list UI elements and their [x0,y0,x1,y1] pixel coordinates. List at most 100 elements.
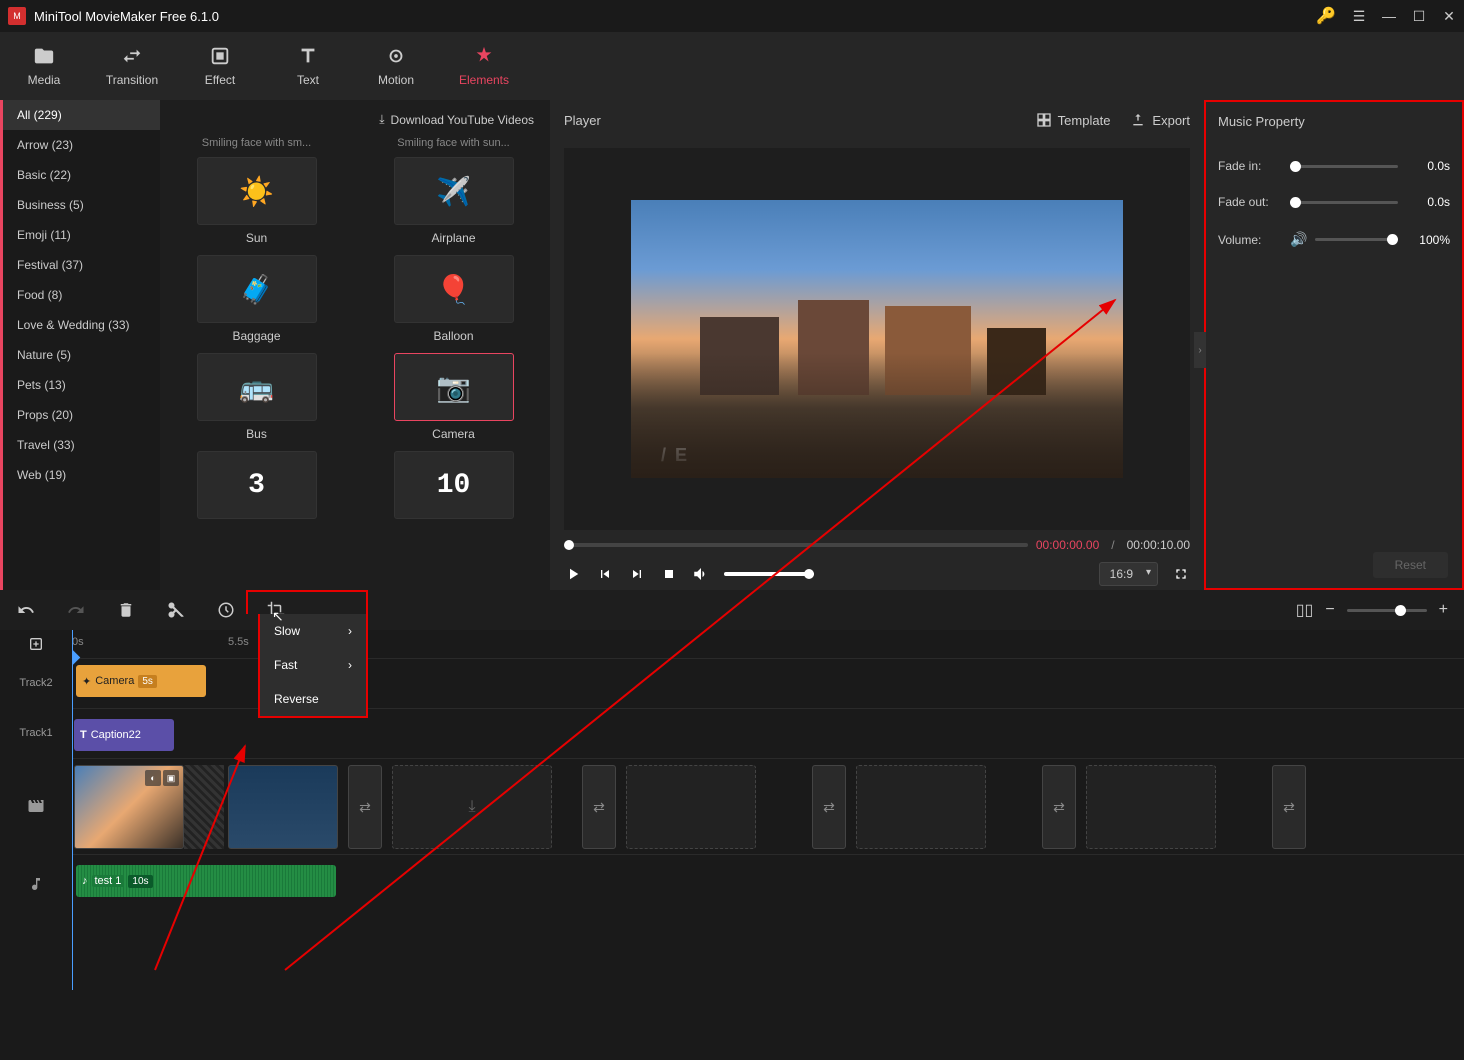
fade-out-slider[interactable] [1290,201,1398,204]
element-item[interactable]: 3 [170,451,343,519]
category-basic[interactable]: Basic (22) [3,160,160,190]
fit-icon[interactable]: ▯▯ [1296,600,1314,620]
fullscreen-button[interactable] [1172,565,1190,583]
category-arrow[interactable]: Arrow (23) [3,130,160,160]
fade-in-slider[interactable] [1290,165,1398,168]
element-thumb[interactable]: 📷 [394,353,514,421]
element-item[interactable]: 10 [367,451,540,519]
video-preview[interactable]: / E [631,200,1123,478]
text-icon [297,45,319,67]
camera-clip[interactable]: ✦ Camera 5s [76,665,206,697]
minimize-button[interactable]: — [1382,9,1396,23]
audio-clip[interactable]: ♪ test 1 10s [76,865,336,897]
video-clip-2[interactable] [228,765,338,849]
tab-transition[interactable]: Transition [88,40,176,92]
caption-clip[interactable]: T Caption22 [74,719,174,751]
placeholder-slot[interactable] [1086,765,1216,849]
element-item[interactable]: ✈️Airplane [367,157,540,245]
element-thumb[interactable]: 10 [394,451,514,519]
time-separator: / [1111,538,1114,552]
top-toolbar: Media Transition Effect Text Motion Elem… [0,32,1464,100]
element-thumb[interactable]: 🎈 [394,255,514,323]
volume-icon[interactable] [692,565,710,583]
transition-slot-1[interactable]: ⇄ [348,765,382,849]
collapse-panel-button[interactable]: › [1194,332,1206,368]
tab-media[interactable]: Media [0,40,88,92]
category-food[interactable]: Food (8) [3,280,160,310]
speaker-icon[interactable]: 🔊 [1290,231,1307,248]
aspect-ratio-select[interactable]: 16:9 [1099,562,1158,586]
motion-icon [385,45,407,67]
element-label: Bus [246,427,267,441]
element-item[interactable]: 📷Camera [367,353,540,441]
add-track-button[interactable] [0,630,72,658]
transition-slot-3[interactable]: ⇄ [812,765,846,849]
key-icon[interactable]: 🔑 [1316,6,1336,26]
next-frame-button[interactable] [628,565,646,583]
element-item[interactable]: 🚌 Bus [170,353,343,441]
undo-button[interactable] [16,600,36,620]
zoom-out-button[interactable]: − [1325,601,1334,619]
redo-button[interactable] [66,600,86,620]
audio-track[interactable]: ♪ test 1 10s [72,854,1464,914]
category-nature[interactable]: Nature (5) [3,340,160,370]
placeholder-slot[interactable] [626,765,756,849]
speed-button[interactable] [216,600,236,620]
transition-slot-4[interactable]: ⇄ [1042,765,1076,849]
category-props[interactable]: Props (20) [3,400,160,430]
category-web[interactable]: Web (19) [3,460,160,490]
speed-fast[interactable]: Fast› [260,648,366,682]
tab-effect[interactable]: Effect [176,40,264,92]
placeholder-slot[interactable]: ⤓ [392,765,552,849]
element-item[interactable]: ☀️Sun [170,157,343,245]
element-thumb[interactable]: 3 [197,451,317,519]
element-item[interactable]: 🎈Balloon [367,255,540,343]
maximize-button[interactable]: ☐ [1412,9,1426,23]
grid-top-label: Smiling face with sm... [170,137,343,149]
reset-button[interactable]: Reset [1373,552,1448,578]
volume-prop-slider[interactable] [1315,238,1398,241]
category-all[interactable]: All (229) [3,100,160,130]
play-button[interactable] [564,565,582,583]
split-button[interactable] [166,600,186,620]
text-icon: T [80,729,87,741]
volume-label: Volume: [1218,233,1282,247]
speed-reverse[interactable]: Reverse [260,682,366,716]
tab-motion[interactable]: Motion [352,40,440,92]
transition-slot-5[interactable]: ⇄ [1272,765,1306,849]
category-pets[interactable]: Pets (13) [3,370,160,400]
video-clip-1[interactable]: ◐▣ [74,765,184,849]
category-business[interactable]: Business (5) [3,190,160,220]
download-youtube-link[interactable]: Download YouTube Videos [391,113,534,127]
seek-slider[interactable] [564,543,1028,547]
element-thumb[interactable]: 🚌 [197,353,317,421]
speed-highlight-box [246,590,368,614]
timeline-toolbar: ▯▯ − + [0,590,1464,630]
volume-slider[interactable] [724,572,814,576]
category-emoji[interactable]: Emoji (11) [3,220,160,250]
element-thumb[interactable]: ☀️ [197,157,317,225]
elements-icon [473,45,495,67]
element-thumb[interactable]: ✈️ [394,157,514,225]
placeholder-slot[interactable] [856,765,986,849]
video-track[interactable]: ◐▣ ⇄ ⤓ ⇄ ⇄ ⇄ ⇄ [72,758,1464,854]
tab-text[interactable]: Text [264,40,352,92]
category-festival[interactable]: Festival (37) [3,250,160,280]
playhead[interactable] [72,630,73,990]
element-item[interactable]: 🧳Baggage [170,255,343,343]
close-button[interactable]: ✕ [1442,9,1456,23]
zoom-in-button[interactable]: + [1439,601,1448,619]
transition-crossfade[interactable] [184,765,224,849]
element-thumb[interactable]: 🧳 [197,255,317,323]
category-love[interactable]: Love & Wedding (33) [3,310,160,340]
stop-button[interactable] [660,565,678,583]
category-travel[interactable]: Travel (33) [3,430,160,460]
tab-elements[interactable]: Elements [440,40,528,92]
export-button[interactable]: Export [1130,112,1190,128]
zoom-slider[interactable] [1347,609,1427,612]
transition-slot-2[interactable]: ⇄ [582,765,616,849]
delete-button[interactable] [116,600,136,620]
prev-frame-button[interactable] [596,565,614,583]
template-button[interactable]: Template [1036,112,1111,128]
menu-icon[interactable]: ☰ [1352,9,1366,23]
